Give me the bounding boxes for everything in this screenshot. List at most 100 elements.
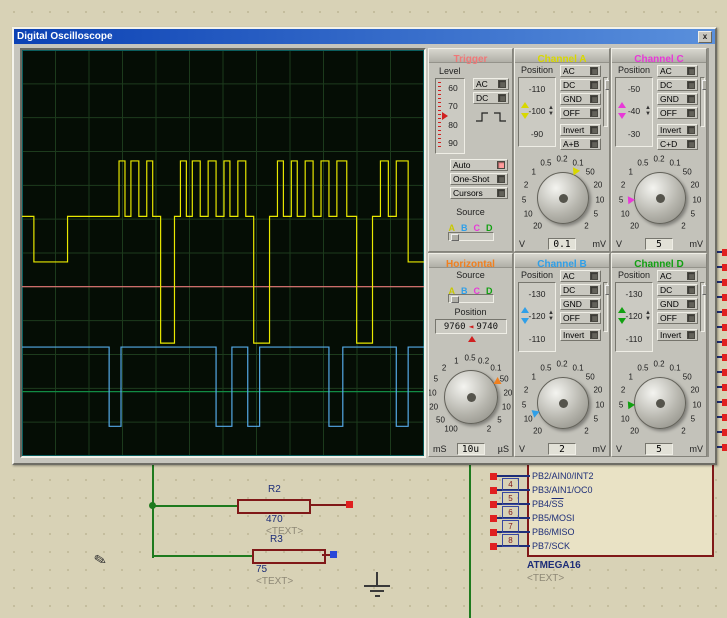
position-marker-up[interactable] — [618, 102, 626, 108]
fine-adjust-slider[interactable] — [603, 282, 608, 332]
chip-name[interactable]: ATMEGA16 — [527, 560, 581, 571]
wire[interactable] — [154, 505, 238, 507]
position-spinner[interactable]: ▲▼ — [645, 105, 651, 117]
resistor-r2[interactable] — [237, 499, 311, 514]
edge-select-icons[interactable] — [475, 111, 509, 124]
channel-button-invert[interactable]: Invert — [657, 329, 698, 341]
slider-thumb[interactable] — [702, 80, 707, 90]
position-pointer[interactable] — [468, 336, 476, 342]
position-slider[interactable]: -130-120-110 ▲▼ — [518, 282, 556, 352]
channel-button-ac[interactable]: AC — [560, 65, 601, 77]
slider-thumb[interactable] — [702, 285, 707, 295]
falling-edge-icon[interactable] — [494, 113, 506, 121]
trigger-source-label: Source — [456, 207, 485, 217]
channel-button-gnd[interactable]: GND — [560, 298, 601, 310]
gain-value: 0.1 — [548, 238, 576, 250]
channel-button-dc[interactable]: DC — [657, 284, 698, 296]
channel-button-dc[interactable]: DC — [560, 284, 601, 296]
gain-knob[interactable] — [537, 172, 589, 224]
position-marker-up[interactable] — [618, 307, 626, 313]
resistor-value[interactable]: 470 — [266, 514, 283, 525]
slider-thumb[interactable] — [605, 80, 610, 90]
channel-button-ac[interactable]: AC — [657, 270, 698, 282]
position-slider[interactable]: -130-120-110 ▲▼ — [615, 282, 653, 352]
horizontal-position-display[interactable]: 9760◄9740 — [435, 319, 507, 334]
unit-millivolts: mV — [593, 444, 607, 454]
channel-button-gnd[interactable]: GND — [657, 93, 698, 105]
resistor-ref[interactable]: R2 — [268, 484, 281, 495]
fine-adjust-slider[interactable] — [603, 77, 608, 127]
channel-button-gnd[interactable]: GND — [657, 298, 698, 310]
slider-thumb[interactable] — [451, 234, 459, 241]
channel-button-gnd[interactable]: GND — [560, 93, 601, 105]
indicator-led — [590, 272, 598, 280]
position-spinner[interactable]: ▲▼ — [548, 105, 554, 117]
position-spinner[interactable]: ▲▼ — [645, 310, 651, 322]
resistor-value[interactable]: 75 — [256, 564, 267, 575]
knob-cap — [656, 399, 665, 408]
close-icon[interactable]: x — [698, 31, 712, 43]
channel-title: Channel A — [537, 54, 586, 65]
channel-button-cplusd[interactable]: C+D — [657, 138, 698, 150]
position-marker-up[interactable] — [521, 307, 529, 313]
channel-button-invert[interactable]: Invert — [560, 329, 601, 341]
knob-scale-label: 5 — [619, 195, 623, 204]
timebase-knob[interactable] — [444, 370, 498, 424]
pin-terminal-marker — [722, 429, 727, 436]
channel-button-off[interactable]: OFF — [657, 107, 698, 119]
trigger-auto-button[interactable]: Auto — [450, 159, 508, 171]
wire[interactable] — [154, 555, 253, 557]
trigger-ac-button[interactable]: AC — [473, 78, 509, 90]
indicator-led — [590, 331, 598, 339]
channel-button-dc[interactable]: DC — [657, 79, 698, 91]
resistor-r3[interactable] — [252, 549, 326, 564]
channel-button-dc[interactable]: DC — [560, 79, 601, 91]
channel-button-ac[interactable]: AC — [560, 270, 601, 282]
rising-edge-icon[interactable] — [476, 113, 488, 121]
channel-button-invert[interactable]: Invert — [560, 124, 601, 136]
trigger-oneshot-button[interactable]: One-Shot — [450, 173, 508, 185]
slider-thumb[interactable] — [605, 285, 610, 295]
position-spinner[interactable]: ▲▼ — [548, 310, 554, 322]
channel-button-invert[interactable]: Invert — [657, 124, 698, 136]
channel-button-off[interactable]: OFF — [657, 312, 698, 324]
channel-button-gnd-label: GND — [563, 299, 582, 309]
trigger-dc-button[interactable]: DC — [473, 92, 509, 104]
channel-panel-b: Channel B Position -130-120-110 ▲▼ ACDCG… — [514, 253, 610, 457]
ground-symbol[interactable] — [376, 572, 378, 585]
slider-tick-label: -100 — [528, 107, 545, 116]
gain-knob[interactable] — [634, 172, 686, 224]
channel-button-aplusb[interactable]: A+B — [560, 138, 601, 150]
trigger-cursors-button[interactable]: Cursors — [450, 187, 508, 199]
position-slider[interactable]: -110-100-90 ▲▼ — [518, 77, 556, 147]
position-marker-down[interactable] — [521, 318, 529, 324]
slider-tick-label: 60 — [448, 84, 457, 93]
chip-pin-labels: PB2/AIN0/INT2PB3/AIN1/OC0PB4/SSPB5/MOSIP… — [532, 459, 652, 559]
slider-thumb[interactable] — [451, 296, 459, 303]
trigger-level-slider[interactable]: 60708090 — [435, 78, 465, 154]
resistor-ref[interactable]: R3 — [270, 534, 283, 545]
horizontal-source-slider[interactable] — [448, 294, 494, 303]
ground-symbol — [375, 595, 380, 597]
trigger-level-marker[interactable] — [442, 112, 448, 120]
fine-adjust-slider[interactable] — [700, 282, 705, 332]
pin-stub[interactable] — [497, 475, 530, 477]
channel-button-ac[interactable]: AC — [657, 65, 698, 77]
position-marker-down[interactable] — [618, 318, 626, 324]
position-marker-down[interactable] — [521, 113, 529, 119]
channel-button-aplusb-label: A+B — [563, 139, 579, 149]
selected-terminal-marker — [330, 551, 337, 558]
channel-panel-a: Channel A Position -110-100-90 ▲▼ ACDCGN… — [514, 48, 610, 252]
channel-button-off[interactable]: OFF — [560, 312, 601, 324]
position-marker-down[interactable] — [618, 113, 626, 119]
pin-number: 6 — [502, 506, 519, 519]
gain-knob[interactable] — [634, 377, 686, 429]
window-titlebar[interactable]: Digital Oscilloscope x — [14, 29, 715, 44]
gain-knob[interactable] — [537, 377, 589, 429]
trigger-source-slider[interactable] — [448, 232, 494, 241]
fine-adjust-slider[interactable] — [700, 77, 705, 127]
channel-button-off[interactable]: OFF — [560, 107, 601, 119]
wire[interactable] — [469, 459, 471, 618]
position-slider[interactable]: -50-40-30 ▲▼ — [615, 77, 653, 147]
position-marker-up[interactable] — [521, 102, 529, 108]
